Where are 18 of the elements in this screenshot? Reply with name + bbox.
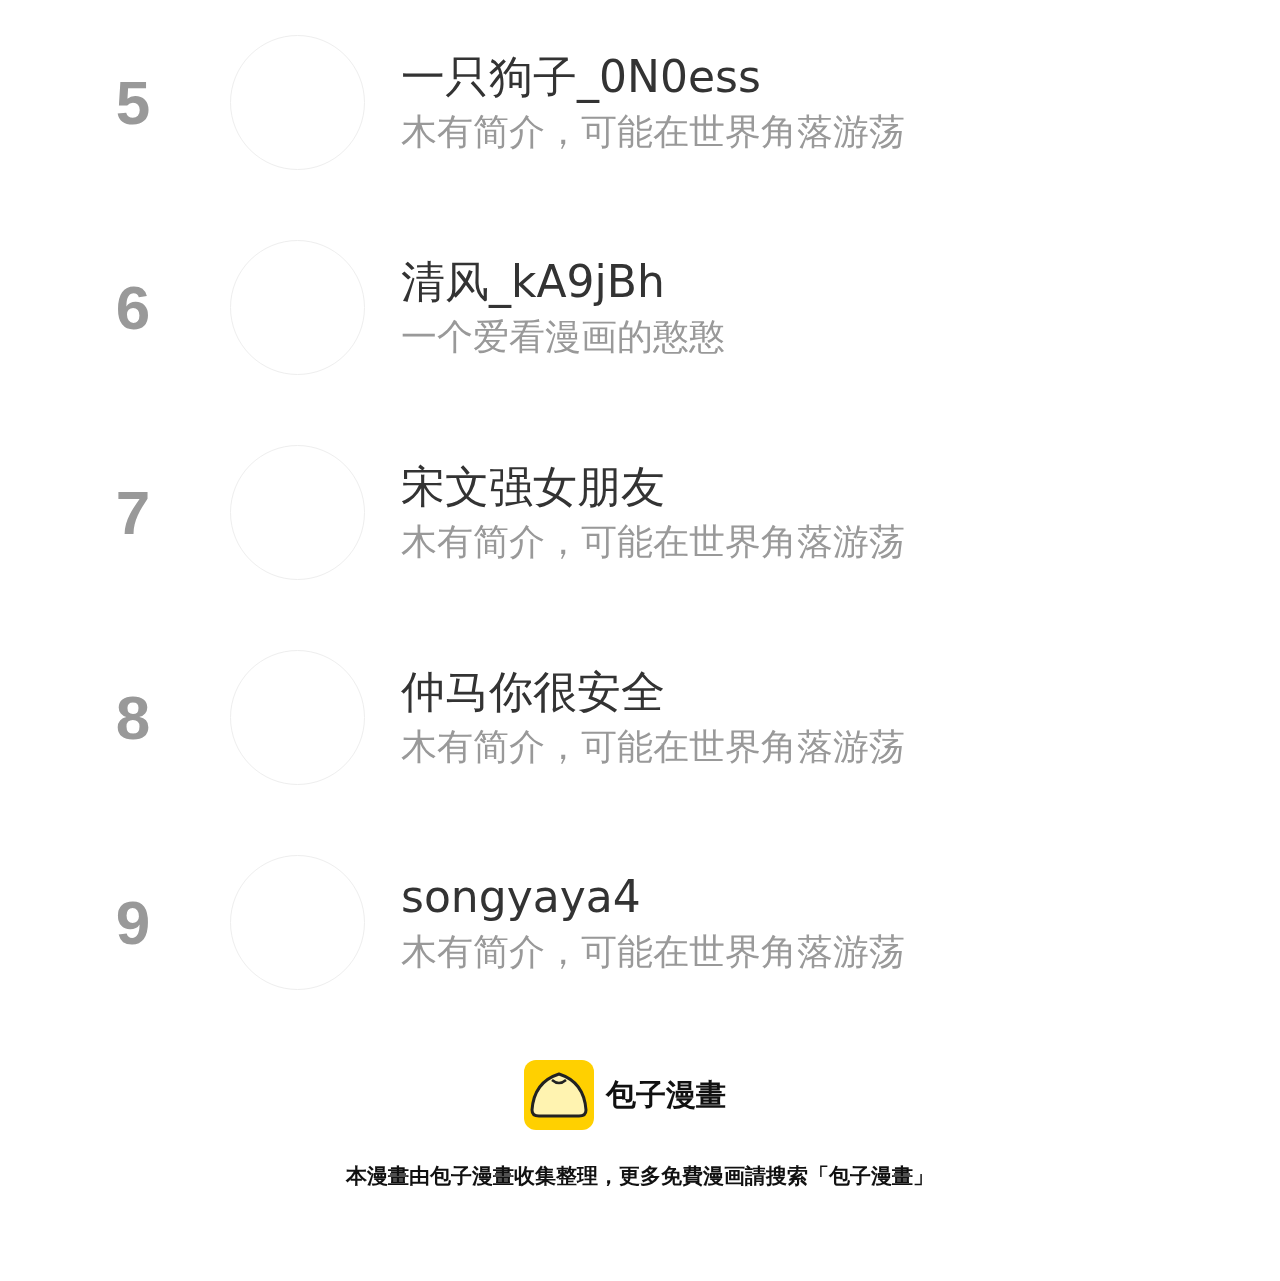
user-bio: 木有简介，可能在世界角落游荡 — [401, 724, 905, 769]
user-bio: 木有简介，可能在世界角落游荡 — [401, 519, 905, 564]
user-name[interactable]: 一只狗子_0N0ess — [401, 47, 905, 106]
source-notice: 本漫畫由包子漫畫收集整理，更多免費漫画請搜索「包子漫畫」 — [346, 1163, 934, 1190]
rank-number: 7 — [114, 477, 152, 548]
user-name[interactable]: songyaya4 — [401, 867, 905, 926]
rank-number: 6 — [114, 272, 152, 343]
brand-name: 包子漫畫 — [606, 1075, 726, 1114]
user-name[interactable]: 宋文强女朋友 — [401, 457, 905, 516]
user-name[interactable]: 仲马你很安全 — [401, 662, 905, 721]
user-bio: 木有简介，可能在世界角落游荡 — [401, 929, 905, 974]
bun-logo-icon — [524, 1060, 594, 1130]
rank-number: 5 — [114, 67, 152, 138]
user-bio: 一个爱看漫画的憨憨 — [401, 314, 725, 359]
user-name[interactable]: 清风_kA9jBh — [401, 252, 725, 311]
rank-number: 9 — [114, 887, 152, 958]
rank-number: 8 — [114, 682, 152, 753]
user-bio: 木有简介，可能在世界角落游荡 — [401, 109, 905, 154]
